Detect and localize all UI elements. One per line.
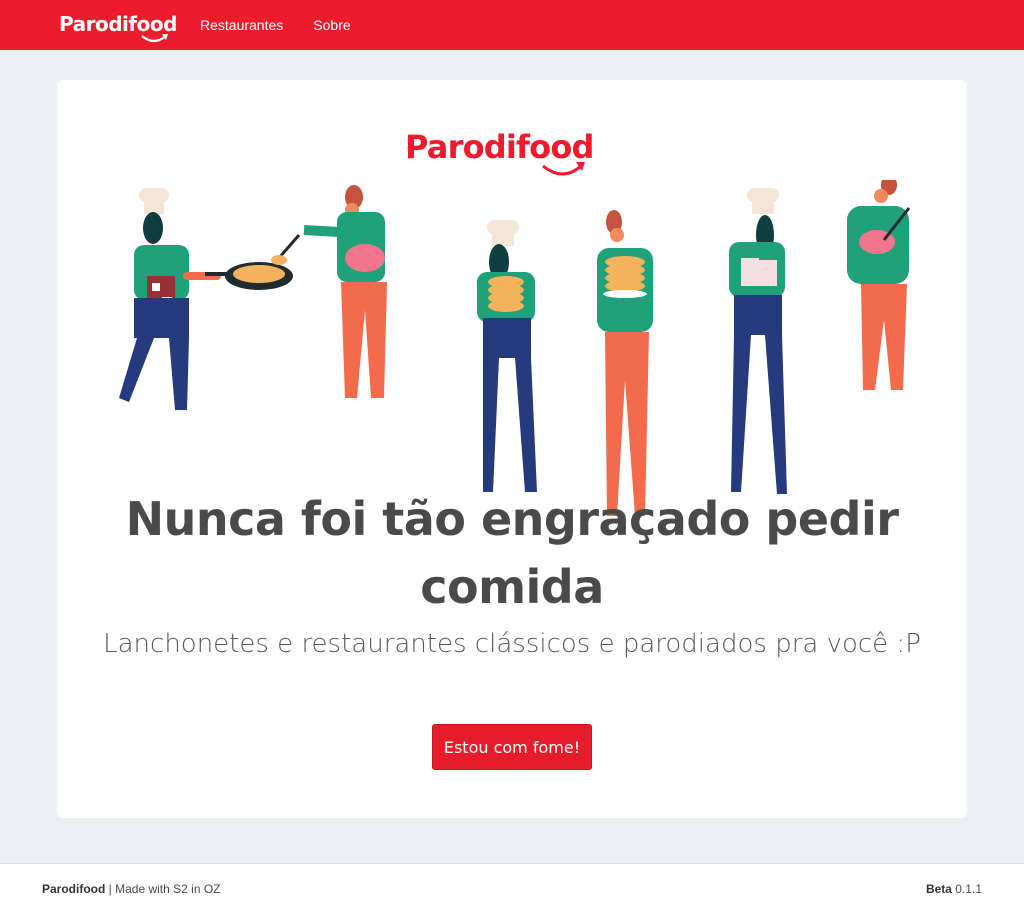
chef-with-pancakes-figure [477, 220, 537, 492]
footer-made-with: | Made with S2 in OZ [108, 882, 221, 896]
nav-link-restaurantes[interactable]: Restaurantes [200, 17, 283, 33]
hungry-button[interactable]: Estou com fome! [432, 724, 592, 770]
version-label: Beta [925, 882, 952, 896]
hero-logo-text: Parodifood [405, 128, 594, 166]
nav-link-sobre[interactable]: Sobre [313, 17, 350, 33]
footer-version: Beta 0.1.1 [926, 882, 982, 896]
brand-logo[interactable]: Parodifood [58, 10, 182, 48]
chef-with-bowl-figure [271, 185, 387, 398]
chef-with-pan-figure [119, 188, 293, 410]
main-nav: Restaurantes Sobre [200, 0, 381, 50]
chef-with-boxes-figure [729, 188, 787, 494]
version-number: 0.1.1 [955, 882, 982, 896]
footer-credits: Parodifood | Made with S2 in OZ [42, 882, 221, 896]
footer-brand: Parodifood [42, 882, 106, 896]
brand-logo-text: Parodifood [59, 12, 177, 36]
chef-with-pancake-stack-figure [597, 210, 653, 516]
footer: Parodifood | Made with S2 in OZ Beta 0.1… [0, 863, 1024, 900]
navbar: Parodifood Restaurantes Sobre [0, 0, 1024, 50]
hero-headline: Nunca foi tão engraçado pedir comida [125, 492, 899, 614]
hero-subtitle: Lanchonetes e restaurantes clássicos e p… [103, 629, 921, 659]
hero-logo: Parodifood [405, 128, 594, 176]
chef-with-whisk-figure [847, 180, 911, 390]
hero-card: Parodifood Nunca foi tão engraçado pedir… [57, 80, 967, 818]
